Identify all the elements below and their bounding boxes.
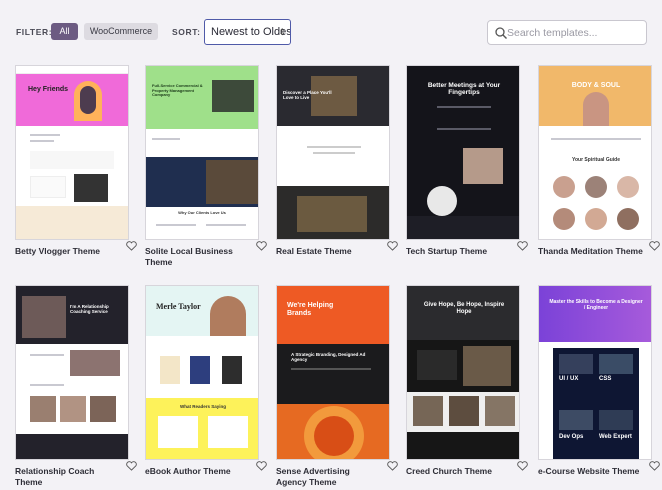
template-title[interactable]: Real Estate Theme [276, 246, 382, 257]
heart-icon[interactable] [387, 241, 398, 251]
search-input[interactable]: Search templates... [487, 20, 647, 45]
thumb-heading: Master the Skills to Become a Designer /… [549, 299, 643, 311]
filter-woocommerce-button[interactable]: WooCommerce [84, 23, 158, 40]
thumb-subheading: A Strategic Branding, Designed Ad Agency [291, 352, 366, 363]
template-thumbnail[interactable]: Master the Skills to Become a Designer /… [538, 285, 652, 460]
filter-label: FILTER: [16, 27, 53, 37]
template-thumbnail[interactable]: Discover a Place You'll Love to Live [276, 65, 390, 240]
template-title[interactable]: Betty Vlogger Theme [15, 246, 121, 257]
thumb-heading: Give Hope, Be Hope, Inspire Hope [423, 302, 505, 315]
template-title[interactable]: Creed Church Theme [406, 466, 512, 477]
thumb-subheading: What Readers Saying [179, 404, 226, 409]
heart-icon[interactable] [517, 461, 528, 471]
template-title[interactable]: Solite Local Business Theme [145, 246, 251, 268]
heart-icon[interactable] [256, 241, 267, 251]
thumb-heading: Better Meetings at Your Fingertips [427, 82, 501, 97]
template-thumbnail[interactable]: Merle Taylor What Readers Saying [145, 285, 259, 460]
template-thumbnail[interactable]: Full-Service Commercial & Property Manag… [145, 65, 259, 240]
search-placeholder: Search templates... [507, 27, 598, 39]
thumb-heading: Hey Friends [28, 86, 69, 93]
template-title[interactable]: eBook Author Theme [145, 466, 251, 477]
heart-icon[interactable] [649, 241, 660, 251]
toolbar: FILTER: All WooCommerce SORT: Newest to … [0, 0, 662, 60]
template-title[interactable]: e-Course Website Theme [538, 466, 644, 477]
heart-icon[interactable] [387, 461, 398, 471]
template-thumbnail[interactable]: I'm A Relationship Coaching Service [15, 285, 129, 460]
template-title[interactable]: Tech Startup Theme [406, 246, 512, 257]
thumb-tile-label: UI / UX [559, 376, 579, 382]
filter-all-button[interactable]: All [51, 23, 78, 40]
thumb-subheading: Your Spiritual Guide [572, 157, 620, 163]
template-title[interactable]: Thanda Meditation Theme [538, 246, 644, 257]
thumb-heading: I'm A Relationship Coaching Service [70, 304, 109, 315]
search-icon [495, 27, 507, 39]
template-thumbnail[interactable]: BODY & SOUL Your Spiritual Guide [538, 65, 652, 240]
sort-label: SORT: [172, 27, 201, 37]
heart-icon[interactable] [256, 461, 267, 471]
thumb-heading: Full-Service Commercial & Property Manag… [152, 83, 203, 98]
thumb-tile-label: CSS [599, 376, 612, 382]
thumb-tile-label: Dev Ops [559, 434, 584, 440]
thumb-heading: BODY & SOUL [571, 82, 621, 89]
heart-icon[interactable] [649, 461, 660, 471]
template-thumbnail[interactable]: We're Helping Brands A Strategic Brandin… [276, 285, 390, 460]
thumb-tile-label: Web Expert [599, 434, 632, 440]
heart-icon[interactable] [126, 241, 137, 251]
heart-icon[interactable] [126, 461, 137, 471]
template-thumbnail[interactable]: Better Meetings at Your Fingertips [406, 65, 520, 240]
thumb-heading: Discover a Place You'll Love to Live [283, 90, 332, 101]
template-thumbnail[interactable]: Give Hope, Be Hope, Inspire Hope [406, 285, 520, 460]
template-thumbnail[interactable]: Hey Friends [15, 65, 129, 240]
heart-icon[interactable] [517, 241, 528, 251]
template-title[interactable]: Sense Advertising Agency Theme [276, 466, 382, 488]
chevron-updown-icon: ⇕ [278, 27, 286, 37]
template-title[interactable]: Relationship Coach Theme [15, 466, 121, 488]
thumb-heading: Merle Taylor [156, 302, 201, 311]
thumb-heading: We're Helping Brands [287, 302, 334, 318]
sort-select[interactable]: Newest to Oldest ⇕ [204, 19, 291, 45]
thumb-subheading: Why Our Clients Love Us [178, 210, 226, 215]
